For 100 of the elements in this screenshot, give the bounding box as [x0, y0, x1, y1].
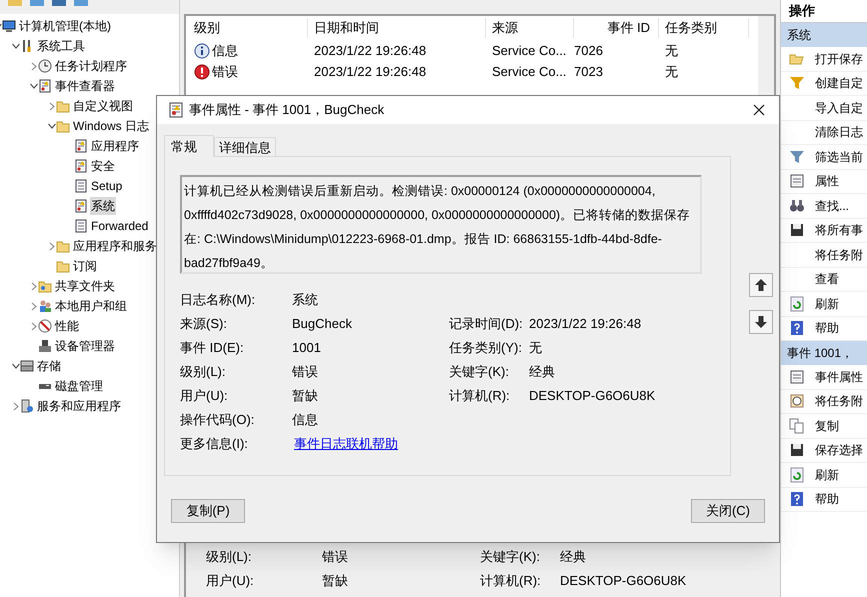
tree-item[interactable]: 系统工具	[36, 37, 86, 55]
section-header[interactable]: 事件 1001，	[781, 341, 867, 365]
field-label: 来源(S):	[180, 315, 228, 334]
table-cell-text: 2023/1/22 19:26:48	[314, 62, 426, 81]
field-value: 无	[529, 339, 542, 358]
tree-item[interactable]: 事件查看器	[54, 77, 116, 95]
toolbar-icon	[8, 0, 22, 6]
no-sign-icon	[38, 319, 52, 333]
folder-icon	[56, 259, 70, 273]
field-label: 事件 ID(E):	[180, 339, 245, 358]
folder-icon	[56, 99, 70, 113]
action-link[interactable]: 事件属性	[815, 368, 863, 386]
log-icon	[74, 179, 88, 193]
field-value: 1001	[292, 339, 322, 358]
tab[interactable]: 常规	[164, 135, 214, 157]
event-log-icon	[74, 139, 88, 153]
tree-item[interactable]: Windows 日志	[72, 117, 150, 135]
users-icon	[38, 299, 52, 313]
field-label: 关键字(K):	[449, 363, 510, 382]
tree-item[interactable]: 本地用户和组	[54, 297, 128, 315]
funnel-icon	[789, 148, 805, 165]
tree-item[interactable]: 设备管理器	[54, 337, 116, 355]
tree-item[interactable]: 应用程序和服务	[72, 237, 158, 255]
event-log-icon	[169, 102, 183, 118]
column-header[interactable]: 来源	[486, 18, 574, 38]
help-icon	[789, 320, 805, 336]
down-arrow-icon	[755, 316, 767, 328]
toolbar-icon	[30, 0, 44, 6]
field-label: 日志名称(M):	[180, 291, 256, 310]
action-link[interactable]: 将所有事	[815, 221, 863, 240]
tree-item[interactable]: 计算机管理(本地)	[18, 17, 112, 35]
server-icon	[20, 399, 34, 413]
event-log-icon	[38, 79, 52, 93]
tree-item[interactable]: 磁盘管理	[54, 377, 104, 395]
field-label: 更多信息(I):	[180, 435, 249, 454]
action-link[interactable]: 帮助	[815, 319, 839, 338]
field-value: DESKTOP-G6O6U8K	[560, 572, 686, 590]
action-link[interactable]: 清除日志	[815, 123, 863, 142]
computer-icon	[2, 19, 16, 33]
tree-item[interactable]: Forwarded	[90, 217, 150, 235]
tree-item[interactable]: 自定义视图	[72, 97, 134, 115]
action-link[interactable]: 查找...	[815, 196, 850, 215]
action-link[interactable]: 将任务附	[815, 392, 863, 410]
tree-item[interactable]: 系统	[90, 197, 116, 215]
action-link[interactable]: 刷新	[815, 466, 839, 484]
help-link[interactable]: 事件日志联机帮助	[292, 434, 449, 454]
field-label: 级别(L):	[206, 548, 252, 566]
tree-item[interactable]: 存储	[36, 357, 62, 375]
field-label: 记录时间(D):	[449, 315, 524, 334]
action-link[interactable]: 创建自定	[815, 74, 863, 92]
next-event-button[interactable]	[749, 310, 773, 334]
table-cell-text: 信息	[212, 42, 238, 60]
action-link[interactable]: 导入自定	[815, 98, 863, 117]
properties-icon	[789, 368, 805, 385]
action-link[interactable]: 刷新	[815, 294, 839, 313]
column-header[interactable]: 事件 ID	[574, 18, 659, 38]
storage-icon	[20, 359, 34, 373]
field-value: 错误	[292, 363, 319, 382]
tree-item[interactable]: 任务计划程序	[54, 57, 128, 75]
field-value: 暂缺	[322, 572, 349, 590]
tree-item[interactable]: 安全	[90, 157, 116, 175]
table-cell-text: 无	[665, 42, 678, 60]
copy-icon	[789, 418, 805, 434]
tab[interactable]: 详细信息	[214, 137, 276, 156]
tree-item[interactable]: 订阅	[72, 257, 98, 275]
dialog-button[interactable]: 复制(P)	[171, 499, 245, 523]
tree-item[interactable]: 性能	[54, 317, 80, 335]
action-link[interactable]: 保存选择	[815, 441, 863, 460]
event-log-icon	[74, 199, 88, 213]
dialog-button[interactable]: 关闭(C)	[691, 499, 765, 523]
column-header[interactable]: 日期和时间	[308, 18, 486, 38]
toolbar-icon	[74, 0, 88, 6]
field-label: 关键字(K):	[480, 548, 541, 566]
funnel-icon	[789, 75, 805, 92]
action-link[interactable]: 打开保存	[815, 50, 863, 68]
action-link[interactable]: 将任务附	[815, 246, 863, 264]
shared-folder-icon	[38, 279, 52, 293]
section-header[interactable]: 系统	[781, 23, 867, 47]
field-value: 错误	[322, 548, 349, 566]
field-value: DESKTOP-G6O6U8K	[529, 387, 656, 406]
tree-item[interactable]: 服务和应用程序	[36, 397, 122, 415]
action-link[interactable]: 查看	[815, 270, 839, 288]
table-cell-text: 错误	[212, 62, 238, 81]
folder-icon	[56, 119, 70, 133]
column-header[interactable]: 任务类别	[659, 18, 749, 38]
action-link[interactable]: 复制	[815, 416, 839, 435]
field-value: 经典	[529, 363, 555, 382]
action-link[interactable]: 属性	[815, 172, 839, 190]
table-cell-text: 2023/1/22 19:26:48	[314, 42, 426, 60]
clock-icon	[38, 59, 52, 73]
tree-item[interactable]: 共享文件夹	[54, 277, 116, 295]
action-link[interactable]: 筛选当前	[815, 148, 863, 166]
previous-event-button[interactable]	[749, 273, 773, 297]
field-value: 2023/1/22 19:26:48	[529, 315, 642, 334]
column-header[interactable]: 级别	[186, 18, 308, 38]
action-link[interactable]: 帮助	[815, 490, 839, 508]
field-label: 操作代码(O):	[180, 411, 256, 430]
tree-item[interactable]: Setup	[90, 177, 124, 195]
tree-item[interactable]: 应用程序	[90, 137, 140, 155]
folder-icon	[56, 239, 70, 253]
